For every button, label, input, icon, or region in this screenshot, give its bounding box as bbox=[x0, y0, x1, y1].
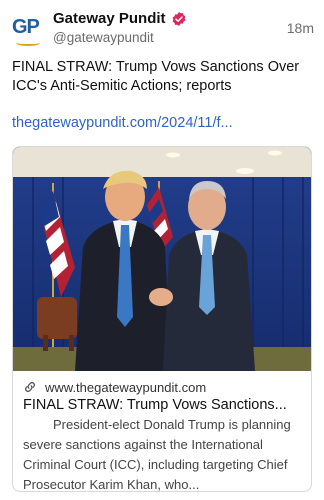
post-link[interactable]: thegatewaypundit.com/2024/11/f... bbox=[12, 115, 312, 131]
avatar-logo-text: GP bbox=[12, 16, 40, 38]
verified-badge-icon bbox=[172, 11, 185, 26]
preview-description: President-elect Donald Trump is planning… bbox=[23, 417, 291, 492]
preview-domain-row: www.thegatewaypundit.com bbox=[23, 378, 301, 396]
post-header: GP Gateway Pundit @gatewaypundit 18m bbox=[12, 8, 314, 48]
link-preview-card[interactable]: www.thegatewaypundit.com FINAL STRAW: Tr… bbox=[12, 146, 312, 492]
avatar[interactable]: GP bbox=[12, 12, 46, 46]
author-handle[interactable]: @gatewaypundit bbox=[53, 30, 154, 45]
link-icon bbox=[25, 382, 35, 392]
preview-image[interactable] bbox=[13, 147, 311, 371]
post-timestamp[interactable]: 18m bbox=[287, 20, 314, 36]
preview-domain: www.thegatewaypundit.com bbox=[45, 379, 207, 395]
preview-title[interactable]: FINAL STRAW: Trump Vows Sanctions... bbox=[23, 397, 301, 413]
avatar-swoosh bbox=[16, 40, 40, 46]
preview-photo-illustration bbox=[13, 147, 311, 371]
author-name[interactable]: Gateway Pundit bbox=[53, 10, 166, 27]
name-row: Gateway Pundit bbox=[53, 10, 187, 27]
preview-body: www.thegatewaypundit.com FINAL STRAW: Tr… bbox=[23, 378, 301, 492]
post-text: FINAL STRAW: Trump Vows Sanctions Over I… bbox=[12, 59, 300, 94]
